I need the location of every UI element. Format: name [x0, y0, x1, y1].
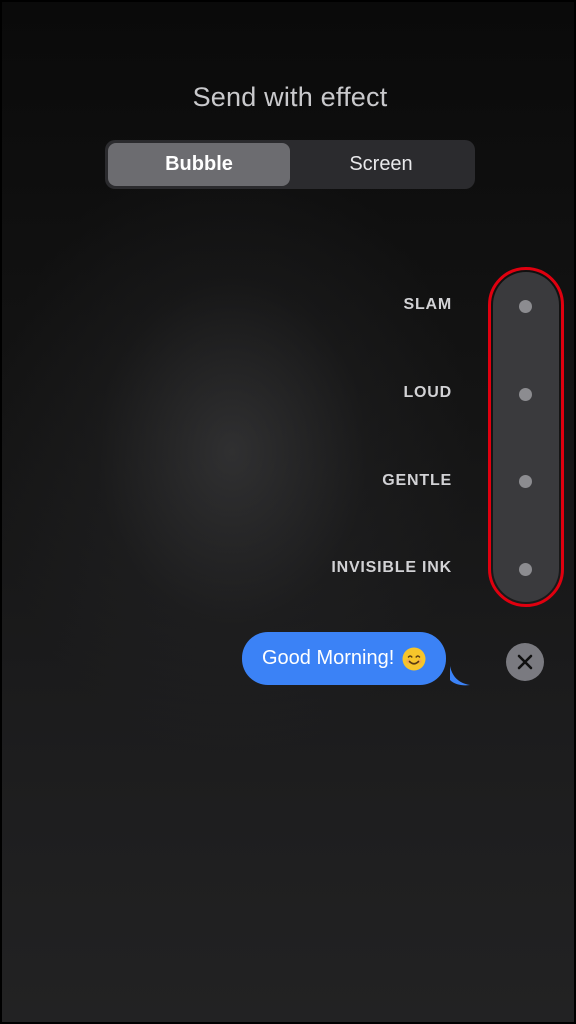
- effect-label-loud[interactable]: LOUD: [403, 384, 452, 402]
- smiling-face-icon: [402, 647, 426, 670]
- send-with-effect-screen: Send with effect Bubble Screen SLAM LOUD…: [0, 0, 576, 1024]
- effect-type-segmented-control: Bubble Screen: [105, 140, 475, 189]
- close-icon: [517, 654, 533, 670]
- effect-dot-gentle[interactable]: [519, 475, 532, 488]
- effect-label-slam[interactable]: SLAM: [403, 296, 452, 314]
- tab-screen[interactable]: Screen: [290, 143, 472, 186]
- message-text: Good Morning!: [262, 647, 395, 669]
- effect-dot-slam[interactable]: [519, 300, 532, 313]
- message-bubble-tail: [450, 666, 470, 686]
- effect-label-gentle[interactable]: GENTLE: [382, 472, 452, 490]
- effect-label-invisible-ink[interactable]: INVISIBLE INK: [331, 559, 452, 577]
- close-button[interactable]: [506, 643, 544, 681]
- tab-bubble[interactable]: Bubble: [108, 143, 290, 186]
- page-title: Send with effect: [192, 82, 388, 112]
- effect-dot-loud[interactable]: [519, 388, 532, 401]
- effect-dot-invisible-ink[interactable]: [519, 563, 532, 576]
- message-bubble-preview: Good Morning!: [242, 632, 447, 685]
- highlight-annotation-ring: [488, 267, 564, 607]
